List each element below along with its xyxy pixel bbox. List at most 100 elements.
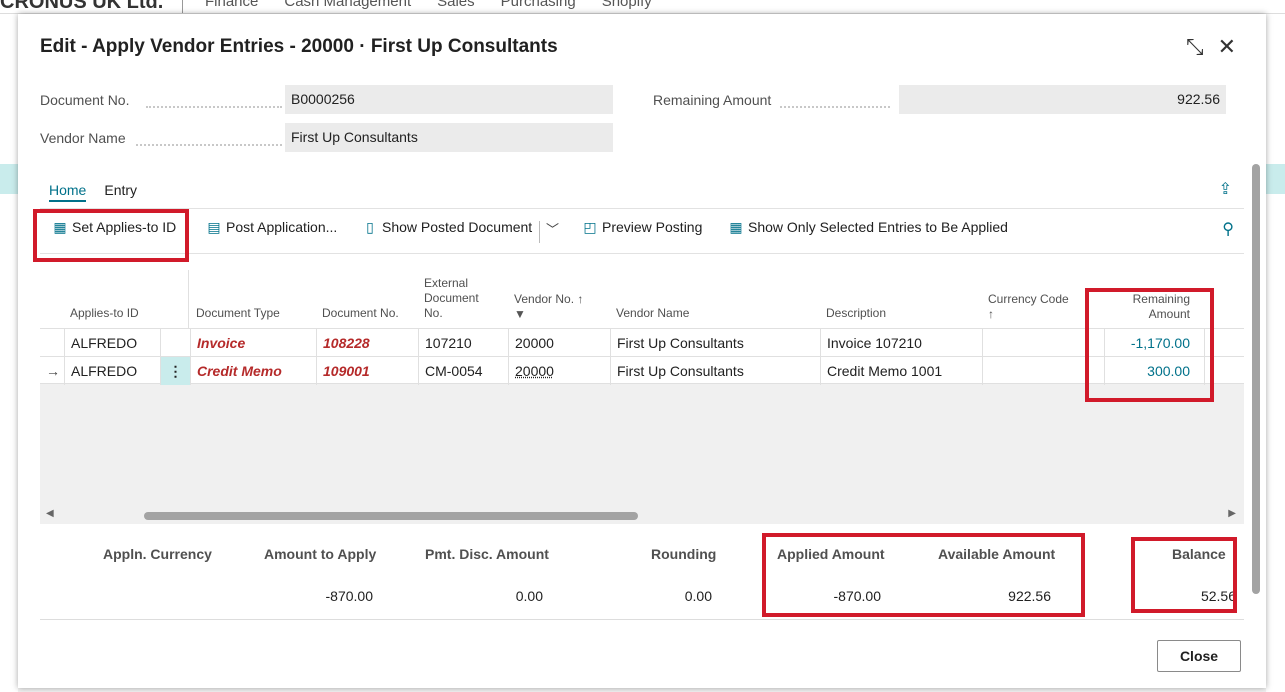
filter-grid-icon: ▦ [729, 219, 743, 235]
background-right-strip [1266, 14, 1285, 692]
available-amount-value: 922.56 [1008, 588, 1051, 604]
action-tabs: Home Entry [49, 182, 137, 202]
cell-external-document-no[interactable]: CM-0054 [418, 357, 508, 385]
horizontal-scrollbar[interactable]: ◀ ▶ [40, 508, 1244, 524]
amount-to-apply-label: Amount to Apply [264, 546, 377, 562]
post-application-button[interactable]: ▤ Post Application... [206, 219, 337, 235]
rounding-label: Rounding [651, 546, 717, 562]
col-vendor-no[interactable]: Vendor No. ↑ ▼ [514, 292, 583, 322]
nav-purchasing: Purchasing [500, 0, 576, 10]
show-posted-document-button[interactable]: ▯ Show Posted Document [362, 219, 532, 235]
cell-currency-code[interactable] [982, 357, 1104, 385]
preview-posting-label: Preview Posting [602, 219, 703, 235]
document-icon: ▯ [366, 219, 374, 235]
set-applies-to-id-button[interactable]: ▦ Set Applies-to ID [52, 219, 176, 235]
col-currency-code[interactable]: Currency Code ↑ [988, 292, 1069, 322]
close-button[interactable]: Close [1157, 640, 1241, 672]
tab-entry[interactable]: Entry [104, 182, 137, 202]
pmt-disc-amount-value: 0.00 [515, 588, 543, 604]
cell-vendor-name[interactable]: First Up Consultants [610, 357, 820, 385]
amount-to-apply-value: -870.00 [325, 588, 373, 604]
applied-amount-label: Applied Amount [777, 546, 885, 562]
col-description[interactable]: Description [826, 306, 886, 321]
scrollbar-thumb[interactable] [144, 512, 638, 520]
available-amount-label: Available Amount [938, 546, 1056, 562]
current-row-arrow-icon: → [46, 363, 60, 379]
company-name: CRONUS UK Ltd. [0, 0, 164, 13]
col-document-no[interactable]: Document No. [322, 306, 399, 321]
cell-remaining-amount[interactable]: 300.00 [1104, 357, 1204, 385]
row-indicator [40, 329, 64, 357]
balance-value: 52.56 [1200, 588, 1236, 604]
document-no-field[interactable]: B0000256 [285, 85, 613, 114]
cell-applies-to-id[interactable]: ALFREDO [64, 357, 160, 385]
table-row[interactable]: ALFREDO Invoice 108228 107210 20000 Firs… [40, 328, 1244, 357]
collapse-icon[interactable]: ⤡ [1186, 34, 1204, 60]
balance-label: Balance [1172, 546, 1226, 562]
cell-vendor-no[interactable]: 20000 [508, 357, 610, 385]
document-no-label: Document No. [40, 92, 130, 108]
cell-document-no[interactable]: 108228 [316, 329, 418, 357]
background-left-strip [0, 14, 18, 692]
dialog-title-buttons: ⤡ ✕ [1186, 34, 1236, 60]
post-application-label: Post Application... [226, 219, 338, 235]
applied-amount-value: -870.00 [833, 588, 881, 604]
close-icon[interactable]: ✕ [1218, 34, 1236, 60]
more-actions-dropdown[interactable]: ﹀ [546, 219, 559, 238]
scroll-right-icon[interactable]: ▶ [1228, 508, 1236, 519]
col-vendor-name[interactable]: Vendor Name [616, 306, 689, 321]
show-only-selected-entries-button[interactable]: ▦ Show Only Selected Entries to Be Appli… [728, 219, 1008, 235]
background-header: CRONUS UK Ltd. Finance Cash Management S… [0, 0, 1285, 14]
vendor-name-label: Vendor Name [40, 130, 126, 146]
col-remaining-amount[interactable]: Remaining Amount [1118, 292, 1190, 322]
col-vendor-no-label: Vendor No. [514, 292, 575, 306]
row-menu-ellipsis-icon[interactable]: ⋮ [160, 357, 190, 385]
post-icon: ▤ [207, 219, 221, 235]
appln-currency-label: Appln. Currency [103, 546, 212, 562]
set-applies-to-id-label: Set Applies-to ID [72, 219, 177, 235]
show-only-selected-label: Show Only Selected Entries to Be Applied [748, 219, 1008, 235]
filter-icon: ▼ [514, 307, 526, 321]
cell-description[interactable]: Credit Memo 1001 [820, 357, 982, 385]
remaining-amount-field[interactable]: 922.56 [899, 85, 1226, 114]
nav-shopify: Shopify [601, 0, 652, 10]
chevron-down-icon: ﹀ [546, 222, 560, 237]
cell-currency-code[interactable] [982, 329, 1104, 357]
remaining-amount-label: Remaining Amount [653, 92, 772, 108]
preview-posting-button[interactable]: ◰ Preview Posting [582, 219, 702, 235]
tab-home[interactable]: Home [49, 182, 87, 202]
cell-document-type[interactable]: Invoice [190, 329, 316, 357]
apply-vendor-entries-dialog: Edit - Apply Vendor Entries - 20000 · Fi… [18, 14, 1266, 688]
vertical-scrollbar[interactable] [1252, 164, 1260, 594]
cell-vendor-no[interactable]: 20000 [508, 329, 610, 357]
share-icon[interactable]: ⇪ [1219, 179, 1232, 199]
vendor-entries-grid: Applies-to ID Document Type Document No.… [40, 270, 1244, 510]
col-document-type[interactable]: Document Type [196, 306, 280, 321]
scroll-left-icon[interactable]: ◀ [46, 508, 54, 519]
nav-finance: Finance [205, 0, 259, 10]
cell-applies-to-id[interactable]: ALFREDO [64, 329, 160, 357]
pmt-disc-amount-label: Pmt. Disc. Amount [425, 546, 549, 562]
cell-row-menu[interactable] [160, 329, 190, 357]
dialog-title: Edit - Apply Vendor Entries - 20000 · Fi… [40, 36, 558, 57]
table-row[interactable]: → ALFREDO ⋮ Credit Memo 109001 CM-0054 2… [40, 356, 1244, 385]
col-applies-to-id[interactable]: Applies-to ID [70, 306, 139, 321]
pin-icon[interactable]: ⚲ [1222, 219, 1234, 239]
cell-external-document-no[interactable]: 107210 [418, 329, 508, 357]
col-external-document-no[interactable]: External Document No. [424, 276, 494, 321]
vendor-name-field[interactable]: First Up Consultants [285, 123, 613, 152]
cell-description[interactable]: Invoice 107210 [820, 329, 982, 357]
cell-document-no[interactable]: 109001 [316, 357, 418, 385]
col-currency-code-label: Currency Code [988, 292, 1069, 306]
sort-ascending-icon: ↑ [577, 292, 584, 306]
action-toolbar: ▦ Set Applies-to ID ▤ Post Application..… [40, 208, 1244, 254]
background-nav: Finance Cash Management Sales Purchasing… [205, 0, 652, 10]
cell-document-type[interactable]: Credit Memo [190, 357, 316, 385]
cell-remaining-amount[interactable]: -1,170.00 [1104, 329, 1204, 357]
rounding-value: 0.00 [684, 588, 712, 604]
calendar-grid-icon: ▦ [53, 219, 67, 235]
grid-header: Applies-to ID Document Type Document No.… [40, 270, 1244, 328]
show-posted-document-label: Show Posted Document [382, 219, 533, 235]
cell-vendor-name[interactable]: First Up Consultants [610, 329, 820, 357]
footer-divider [40, 619, 1244, 620]
